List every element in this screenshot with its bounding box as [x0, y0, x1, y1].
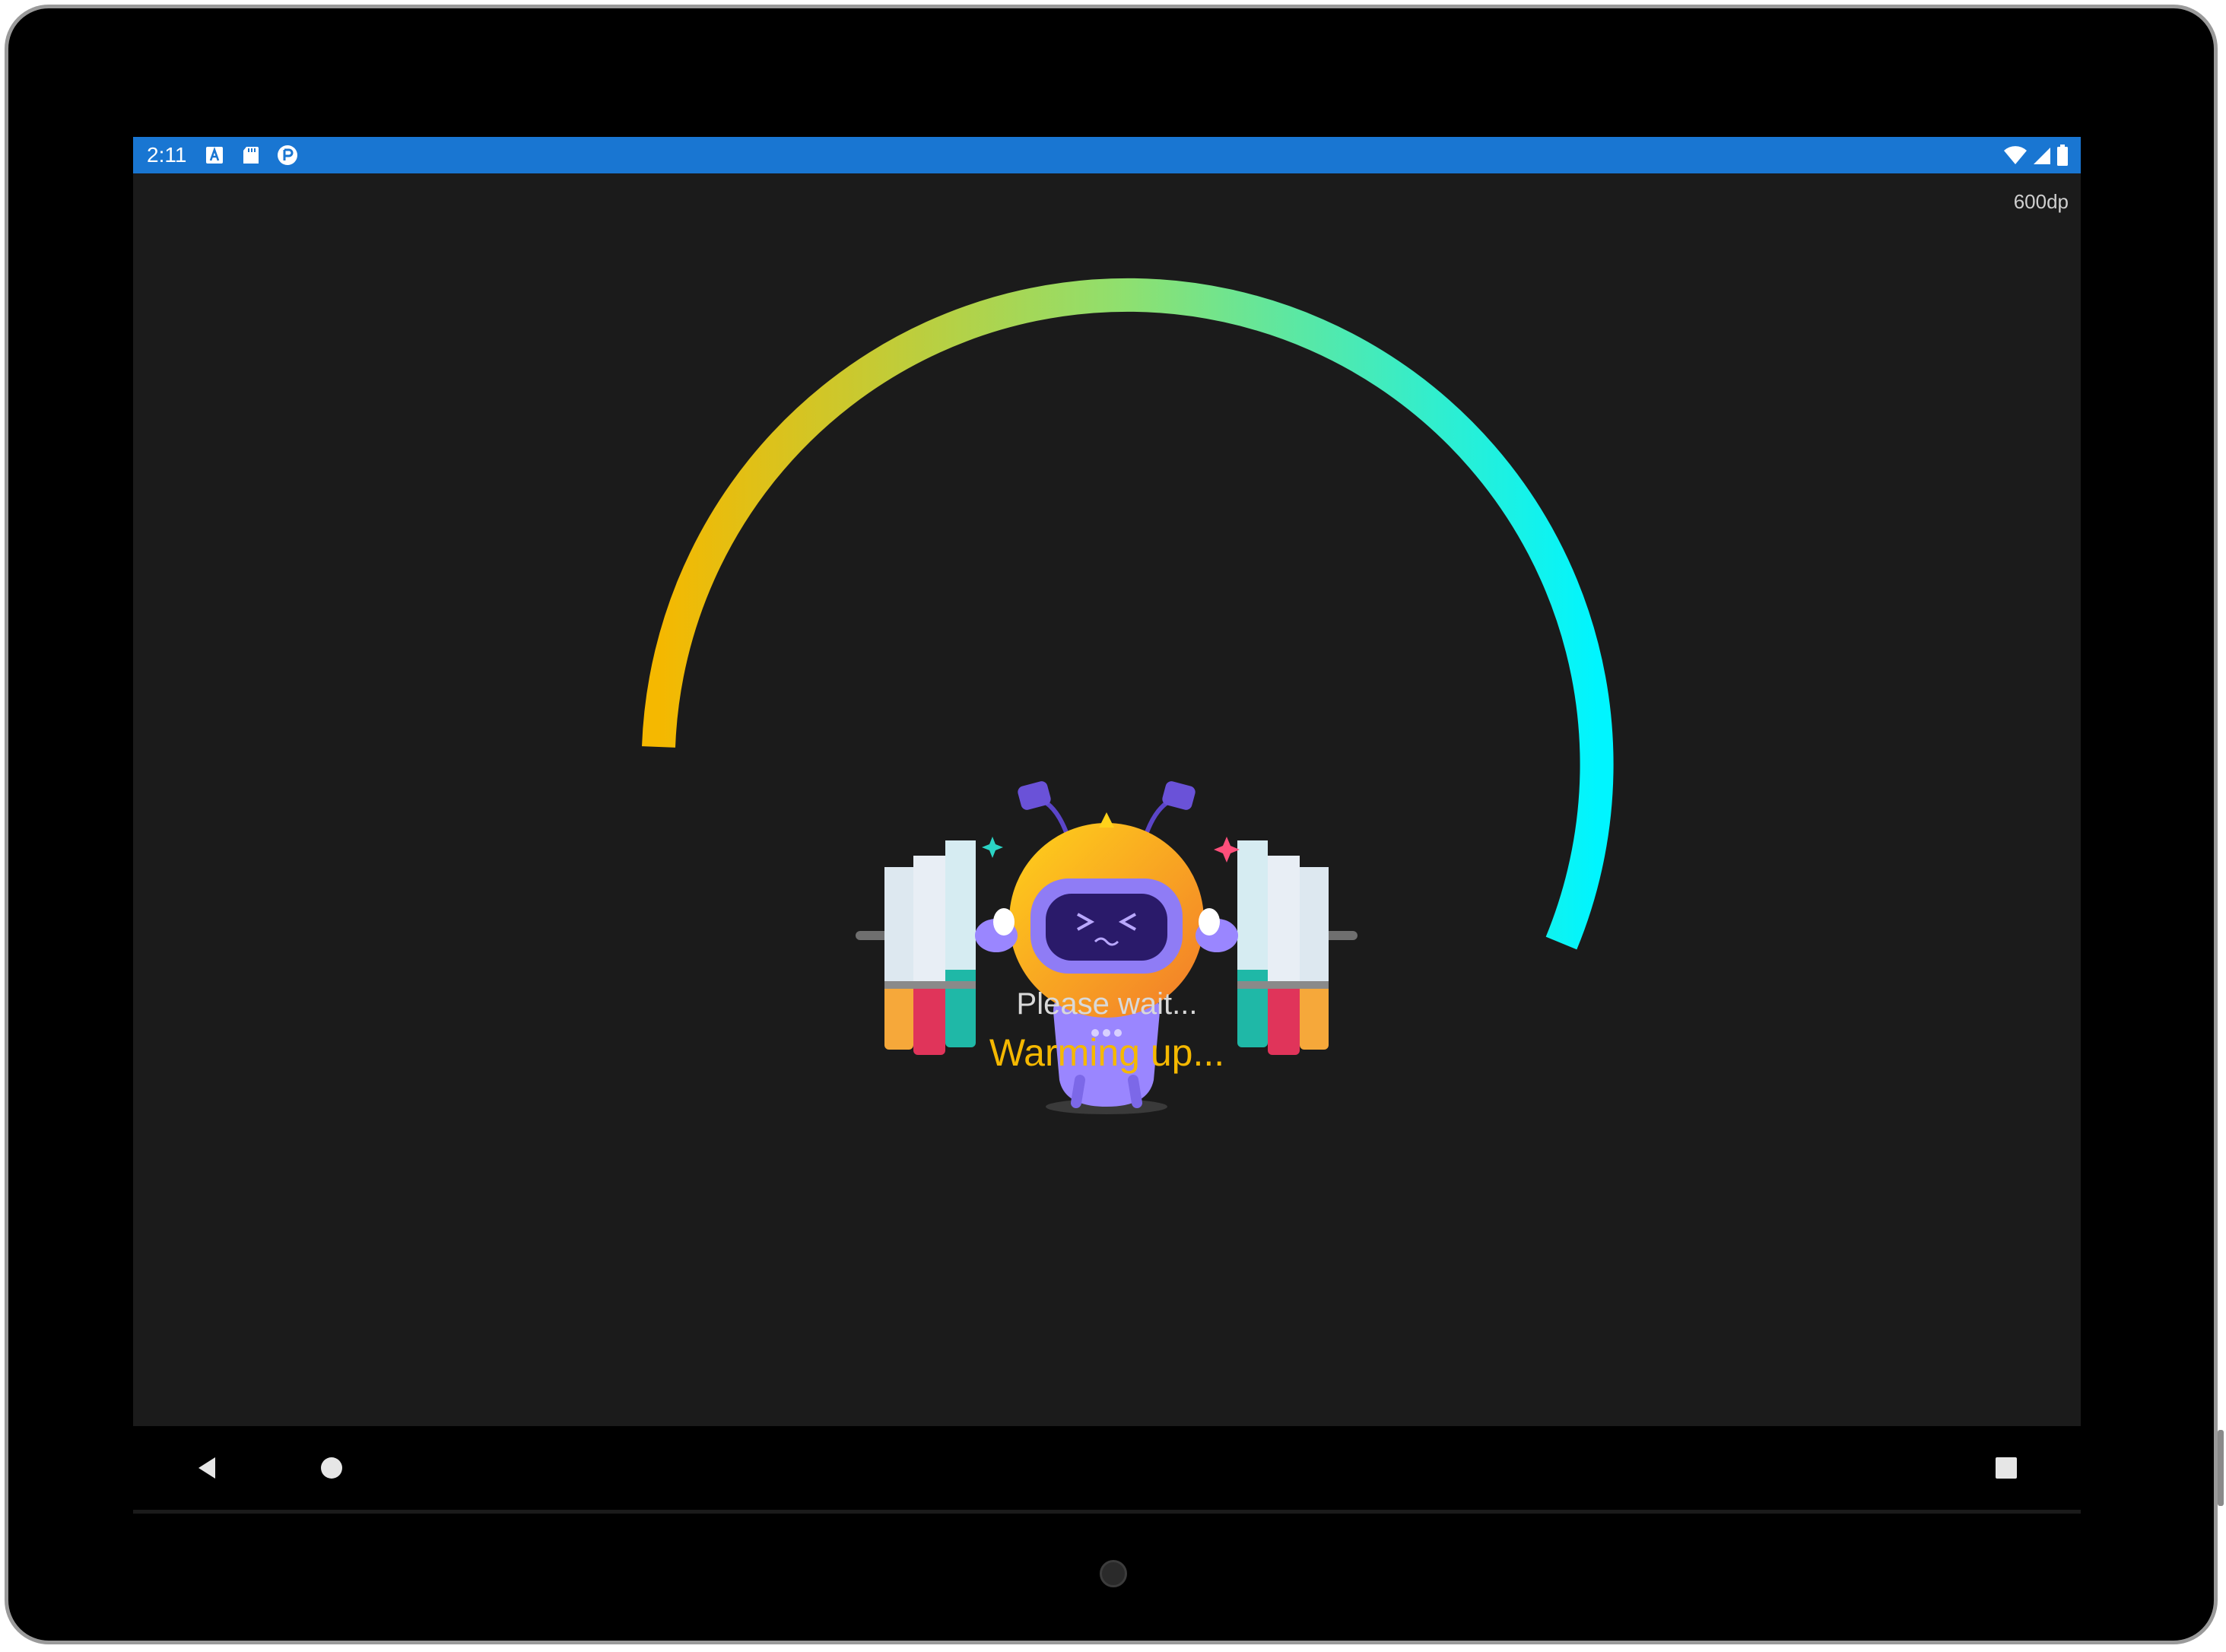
home-icon: [321, 1457, 342, 1479]
home-button[interactable]: [306, 1443, 357, 1493]
recents-icon: [1996, 1457, 2017, 1479]
recents-button[interactable]: [1981, 1443, 2031, 1493]
back-button[interactable]: [182, 1443, 232, 1493]
app-screen: 2:11 600dp Please wait... Warming up...: [133, 137, 2081, 1514]
back-icon: [198, 1457, 215, 1479]
warming-up-text: Warming up...: [989, 1031, 1225, 1074]
device-side-button: [2218, 1430, 2224, 1506]
please-wait-text: Please wait...: [1016, 987, 1198, 1021]
navigation-bar: [133, 1426, 2081, 1510]
front-camera: [1100, 1560, 1127, 1587]
